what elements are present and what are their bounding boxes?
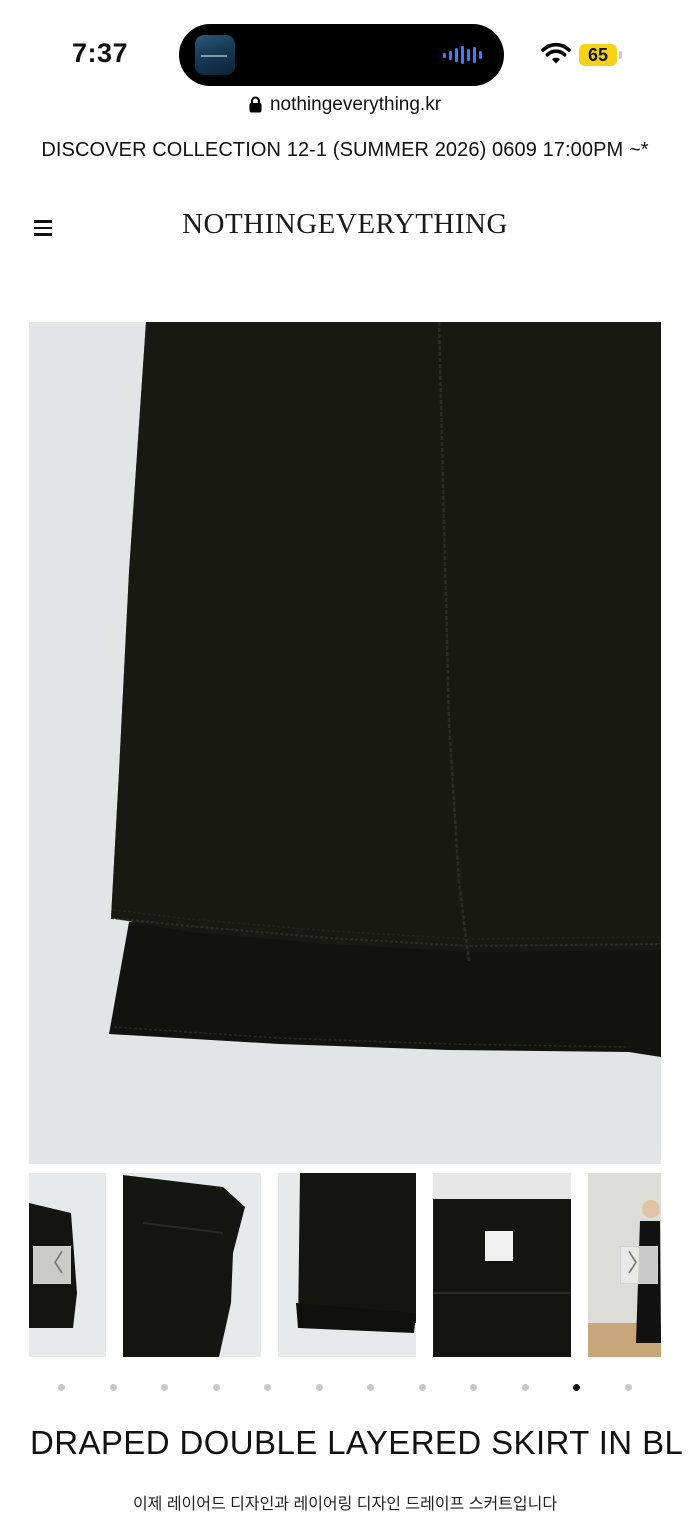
pagination-dot-4[interactable] xyxy=(212,1384,220,1391)
product-description: 이제 레이어드 디자인과 레이어링 디자인 드레이프 스커트입니다 xyxy=(132,1496,558,1513)
pagination-dot-7[interactable] xyxy=(367,1384,374,1391)
pagination-dot-2[interactable] xyxy=(109,1384,117,1391)
skirt-photo xyxy=(109,322,661,1057)
pagination-dot-10[interactable] xyxy=(521,1384,529,1391)
announcement-banner[interactable]: DISCOVER COLLECTION 12-1 (SUMMER 2026) 0… xyxy=(0,139,690,162)
next-image-button[interactable]: 〉 xyxy=(620,1246,658,1284)
thumbnail-2[interactable] xyxy=(123,1173,261,1357)
thumbnail-strip[interactable] xyxy=(29,1173,661,1357)
prev-image-button[interactable]: 〈 xyxy=(33,1246,71,1284)
main-product-image[interactable] xyxy=(29,322,661,1164)
gallery-pagination xyxy=(0,1384,690,1392)
pagination-dot-5[interactable] xyxy=(264,1384,271,1391)
thumbnail-4[interactable] xyxy=(433,1173,571,1357)
brand-logo[interactable]: NOTHINGEVERYTHING xyxy=(0,208,690,241)
battery-tip xyxy=(619,51,622,59)
pagination-dot-6[interactable] xyxy=(315,1384,323,1391)
thumbnail-3[interactable] xyxy=(278,1173,416,1357)
status-time: 7:37 xyxy=(72,38,129,68)
wifi-icon xyxy=(541,42,571,64)
now-playing-artwork[interactable] xyxy=(195,35,235,75)
lock-icon xyxy=(249,96,262,113)
pagination-dot-11[interactable] xyxy=(573,1384,580,1391)
audio-waveform-icon xyxy=(443,46,482,64)
pagination-dot-12[interactable] xyxy=(624,1384,632,1391)
pagination-dot-8[interactable] xyxy=(418,1384,426,1391)
status-bar: 7:37 65 xyxy=(0,0,690,90)
pagination-dot-3[interactable] xyxy=(161,1384,168,1391)
battery-indicator: 65 xyxy=(579,44,617,66)
pagination-dot-1[interactable] xyxy=(58,1384,65,1391)
pagination-dot-9[interactable] xyxy=(470,1384,477,1391)
url-bar[interactable]: nothingeverything.kr xyxy=(0,94,690,120)
dynamic-island[interactable] xyxy=(179,24,504,86)
product-title: DRAPED DOUBLE LAYERED SKIRT IN BL xyxy=(30,1424,684,1461)
url-text[interactable]: nothingeverything.kr xyxy=(270,94,441,115)
